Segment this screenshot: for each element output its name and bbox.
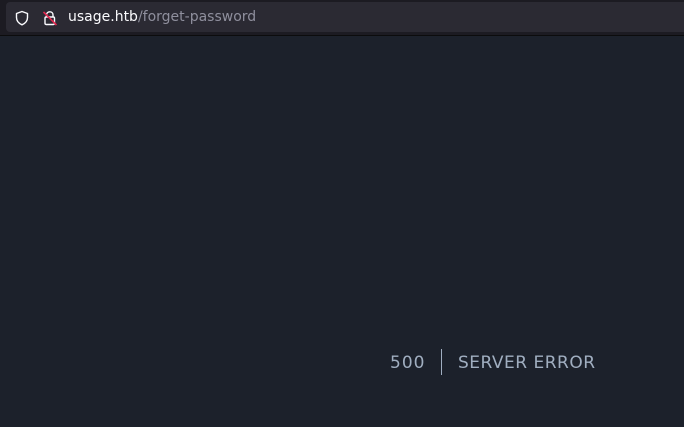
- error-divider: [441, 349, 442, 375]
- url-host: usage.htb: [68, 9, 138, 25]
- lock-warning-icon[interactable]: [42, 10, 58, 26]
- error-message: SERVER ERROR: [458, 353, 596, 373]
- error-code: 500: [390, 353, 426, 373]
- url-text[interactable]: usage.htb/forget-password: [68, 8, 256, 26]
- url-path: /forget-password: [137, 9, 257, 25]
- browser-toolbar: usage.htb/forget-password: [0, 0, 684, 36]
- page-content: 500 SERVER ERROR: [0, 36, 684, 427]
- shield-icon[interactable]: [14, 10, 30, 26]
- url-bar[interactable]: usage.htb/forget-password: [6, 2, 684, 32]
